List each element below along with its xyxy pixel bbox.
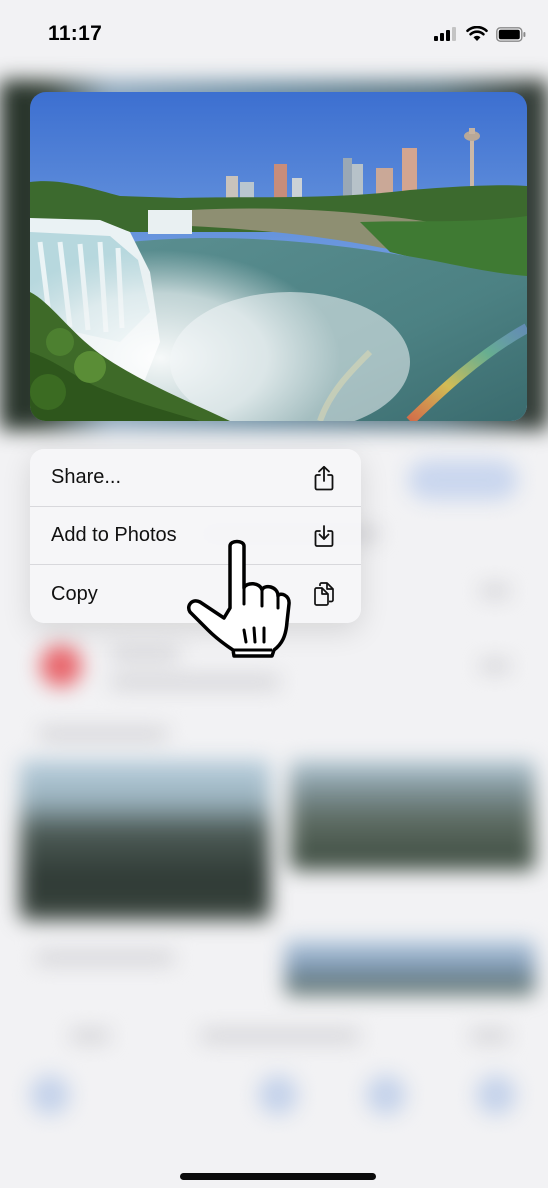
background-text-line (38, 728, 168, 740)
share-menu-item[interactable]: Share... (30, 449, 361, 507)
background-text-line (110, 648, 180, 660)
share-label: Share... (51, 466, 122, 488)
battery-icon (496, 26, 526, 42)
background-avatar (40, 645, 82, 687)
background-toolbar-icon (366, 1075, 406, 1115)
copy-label: Copy (51, 582, 98, 605)
status-icons (434, 26, 526, 42)
background-thumbnail (290, 760, 535, 870)
background-thumbnail (285, 940, 535, 995)
add-to-photos-label: Add to Photos (51, 524, 177, 546)
background-button (408, 460, 518, 500)
wifi-icon (466, 26, 488, 41)
background-text-line (470, 1030, 510, 1042)
background-text-line (35, 952, 175, 964)
background-thumbnail (20, 760, 270, 920)
background-toolbar-icon (476, 1075, 516, 1115)
status-bar: 11:17 (0, 0, 548, 70)
status-time: 11:17 (48, 22, 103, 45)
background-text-line (480, 660, 510, 672)
background-text-line (480, 585, 510, 597)
background-toolbar-icon (258, 1075, 298, 1115)
image-preview[interactable] (30, 92, 527, 421)
background-text-line (200, 1030, 360, 1042)
save-to-photos-icon (311, 523, 337, 549)
cellular-signal-icon (434, 27, 456, 41)
background-text-line (70, 1030, 110, 1042)
share-icon (311, 465, 337, 491)
background-toolbar-icon (30, 1075, 70, 1115)
home-indicator[interactable] (180, 1173, 376, 1180)
copy-icon (311, 581, 337, 607)
background-text-line (110, 676, 280, 688)
waterfall-photo (30, 92, 527, 421)
hand-pointer-icon (186, 538, 296, 660)
